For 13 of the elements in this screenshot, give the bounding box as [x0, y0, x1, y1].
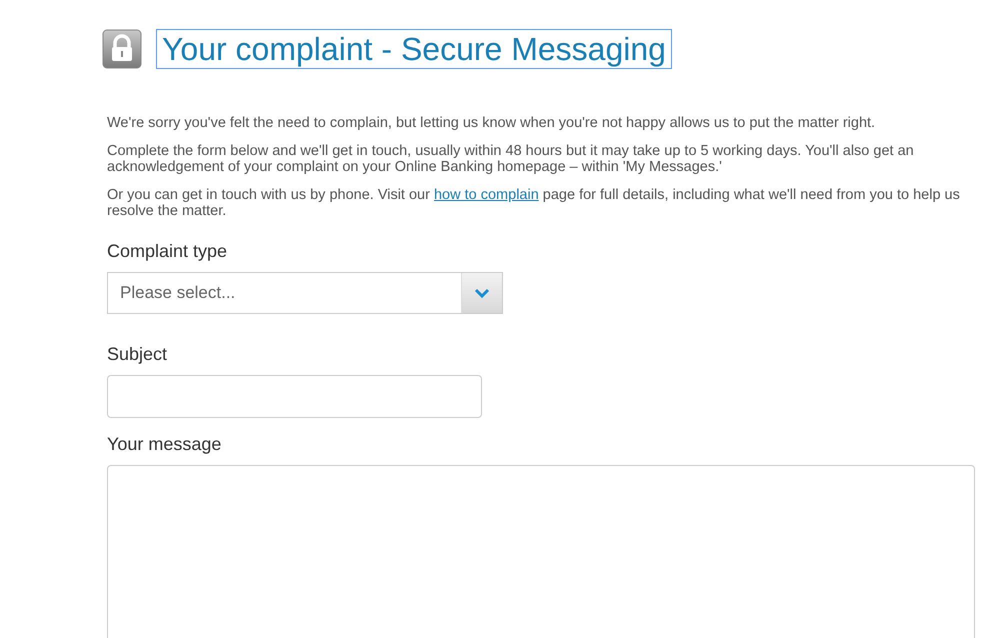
field-label: Subject [107, 344, 168, 365]
intro-paragraph: We're sorry you've felt the need to complain, but letting us know when you're not happy allows us to put the matter right. [107, 115, 876, 131]
complaint-type-dropdown[interactable]: Please select... [107, 272, 503, 314]
subject-input[interactable] [107, 375, 482, 418]
chevron-down-icon [474, 288, 490, 298]
field-label: Complaint type [107, 241, 228, 262]
intro-paragraph: Or you can get in touch with us by phone. Visit our how to complain page for full details, including what we'll need from you to help us resolve the matter. [107, 187, 961, 219]
message-textarea[interactable] [107, 465, 975, 638]
page-title: Your complaint - Secure Messaging [156, 29, 672, 69]
field-label: Your message [107, 434, 222, 455]
padlock-icon [102, 29, 142, 69]
intro-paragraph: Complete the form below and we'll get in touch, usually within 48 hours but it may take up to 5 working days. You'll also get an acknowledgement of your complaint on your Online Banking homepage – within 'My Messages.' [107, 143, 915, 175]
how-to-complain-link[interactable]: how to complain [434, 187, 539, 203]
